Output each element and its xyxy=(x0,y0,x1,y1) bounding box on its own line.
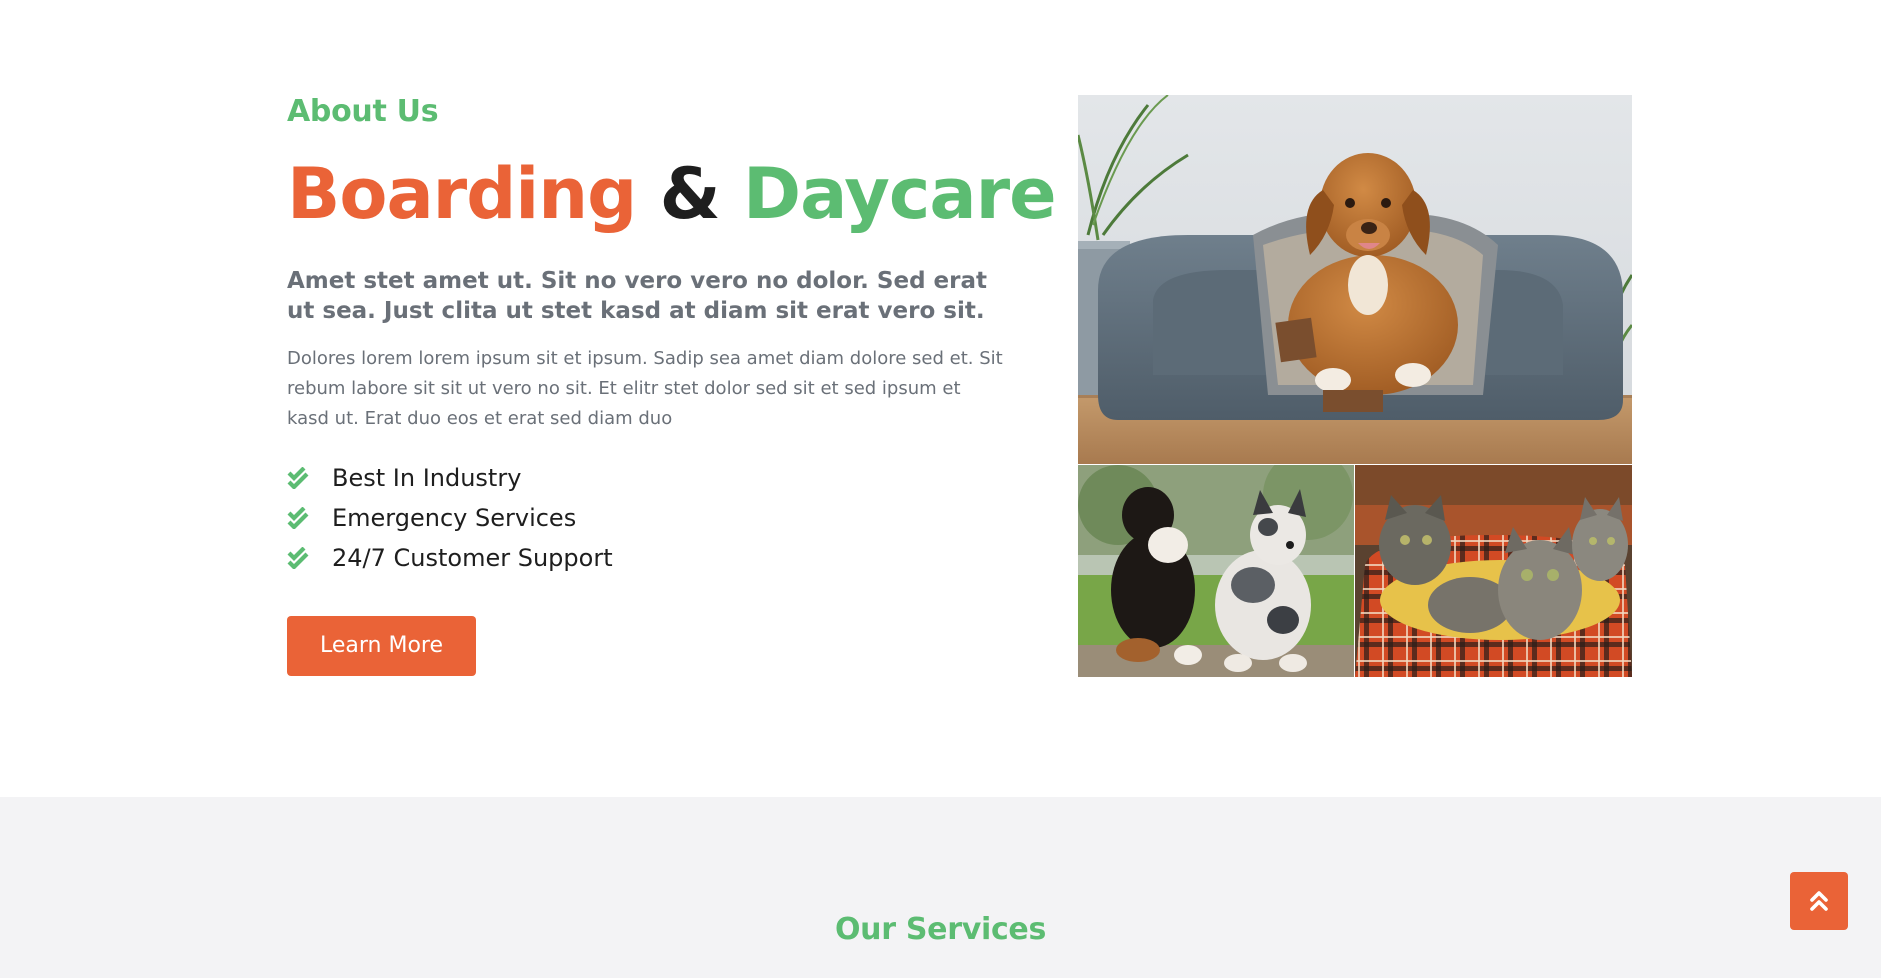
photo-collage xyxy=(1078,95,1632,677)
about-section: About Us Boarding & Daycare Amet stet am… xyxy=(0,0,1881,797)
feature-item-best-in-industry: Best In Industry xyxy=(287,458,1017,498)
check-double-icon xyxy=(287,467,313,489)
angle-double-up-icon xyxy=(1810,890,1828,912)
headline-word-boarding: Boarding xyxy=(287,153,637,235)
back-to-top-button[interactable] xyxy=(1790,872,1848,930)
about-eyebrow: About Us xyxy=(287,94,439,129)
feature-list: Best In Industry Emergency Services 24/7… xyxy=(287,458,1017,578)
two-dogs-photo xyxy=(1078,465,1354,677)
learn-more-button[interactable]: Learn More xyxy=(287,616,476,676)
check-double-icon xyxy=(287,547,313,569)
feature-item-emergency-services: Emergency Services xyxy=(287,498,1017,538)
about-text-column: About Us Boarding & Daycare Amet stet am… xyxy=(287,88,1057,676)
headline-word-daycare: Daycare xyxy=(743,153,1057,235)
about-headline: Boarding & Daycare xyxy=(287,153,1057,235)
kittens-in-basket-photo xyxy=(1355,465,1632,677)
headline-ampersand: & xyxy=(659,153,721,235)
dog-in-bed-photo xyxy=(1078,95,1632,464)
about-body-text: Dolores lorem lorem ipsum sit et ipsum. … xyxy=(287,348,1003,429)
feature-label: Emergency Services xyxy=(332,504,577,532)
about-lead-text: Amet stet amet ut. Sit no vero vero no d… xyxy=(287,268,988,324)
feature-label: 24/7 Customer Support xyxy=(332,544,613,572)
services-section: Our Services xyxy=(0,797,1881,978)
feature-label: Best In Industry xyxy=(332,464,522,492)
check-double-icon xyxy=(287,507,313,529)
feature-item-customer-support: 24/7 Customer Support xyxy=(287,538,1017,578)
services-eyebrow: Our Services xyxy=(834,912,1047,947)
